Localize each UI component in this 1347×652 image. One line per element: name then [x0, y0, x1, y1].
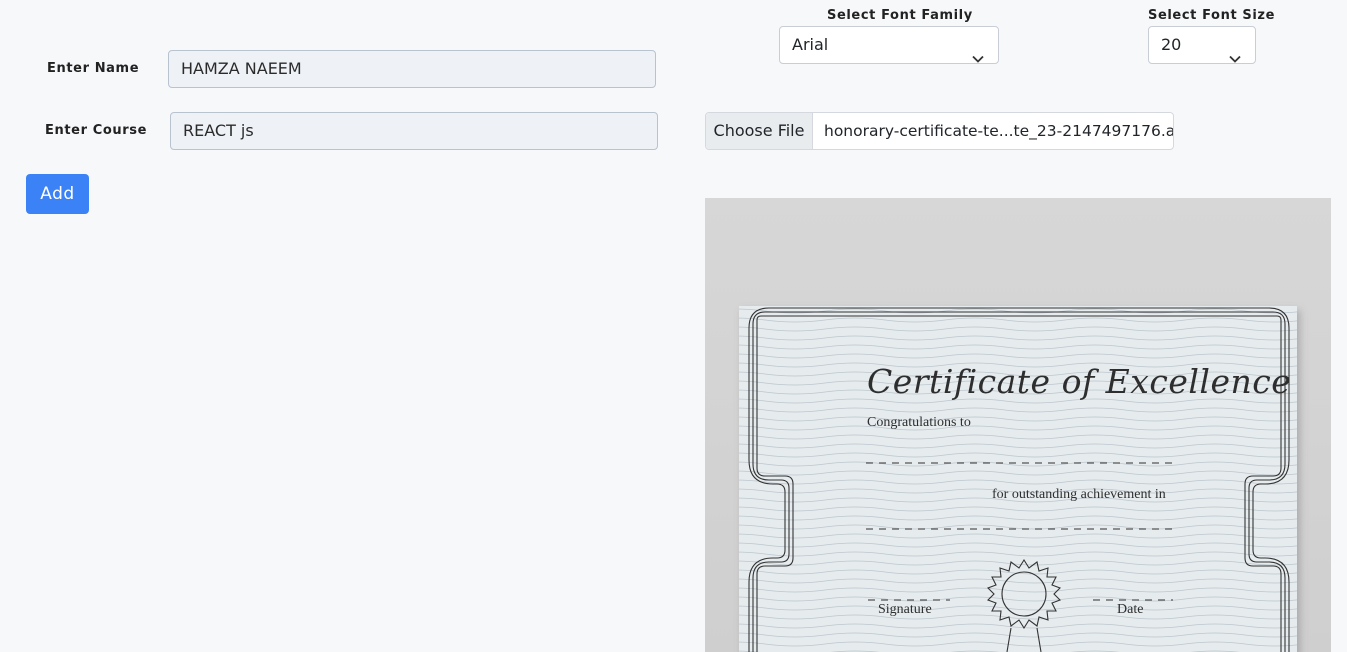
- name-input[interactable]: HAMZA NAEEM: [168, 50, 656, 88]
- certificate-signature: Signature: [878, 602, 932, 617]
- name-label: Enter Name: [47, 61, 140, 76]
- font-family-value: Arial: [792, 35, 829, 54]
- certificate-date: Date: [1117, 602, 1144, 617]
- file-input[interactable]: Choose File honorary-certificate-te...te…: [705, 112, 1174, 150]
- add-button[interactable]: Add: [26, 174, 89, 214]
- certificate-image: [739, 306, 1297, 652]
- certificate-title: Certificate of Excellence: [867, 362, 1292, 401]
- course-input[interactable]: REACT js: [170, 112, 658, 150]
- certificate-congrats: Congratulations to: [867, 415, 971, 430]
- font-size-value: 20: [1161, 35, 1182, 54]
- font-family-select[interactable]: Arial: [779, 26, 999, 64]
- certificate-preview: Certificate of Excellence Congratulation…: [705, 198, 1331, 652]
- chevron-down-icon: [1229, 40, 1241, 76]
- font-size-label: Select Font Size: [1148, 8, 1275, 23]
- choose-file-button[interactable]: Choose File: [706, 113, 813, 149]
- chevron-down-icon: [972, 40, 984, 76]
- font-size-select[interactable]: 20: [1148, 26, 1256, 64]
- font-family-label: Select Font Family: [827, 8, 973, 23]
- course-label: Enter Course: [45, 123, 147, 138]
- certificate-achievement: for outstanding achievement in: [992, 487, 1166, 502]
- file-name: honorary-certificate-te...te_23-21474971…: [824, 122, 1174, 140]
